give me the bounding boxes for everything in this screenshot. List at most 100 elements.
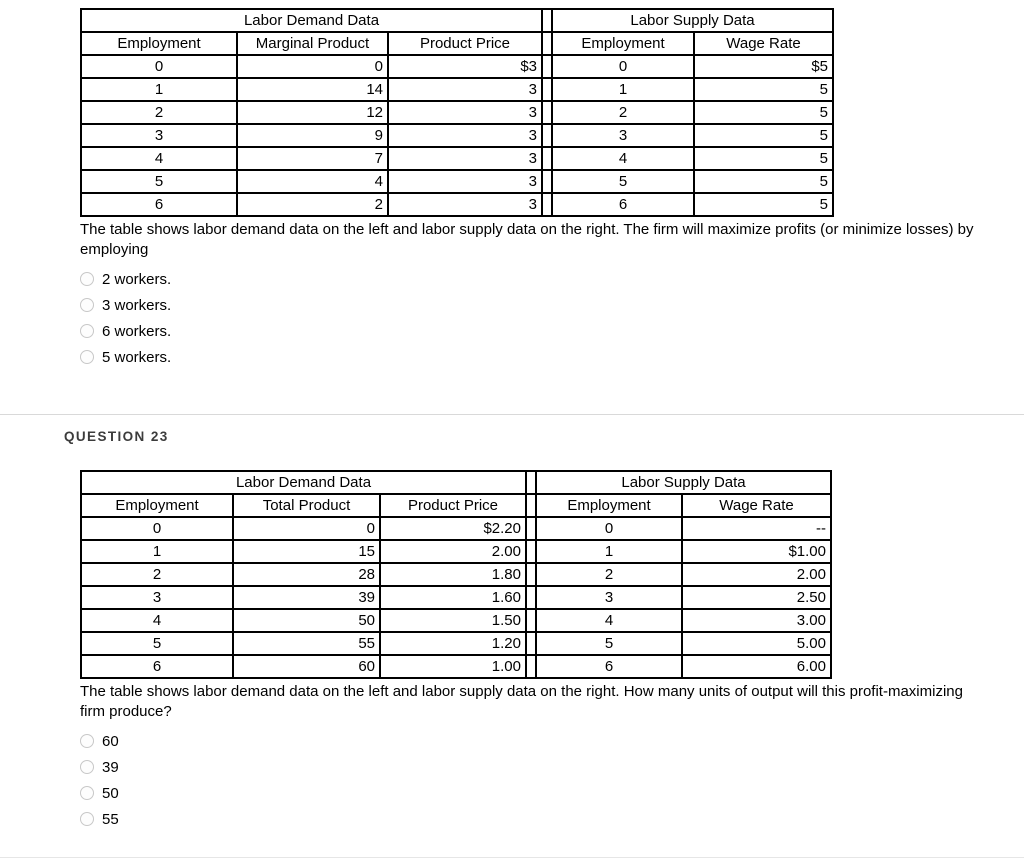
radio-button-icon[interactable] bbox=[80, 786, 94, 800]
cell-employment: 6 bbox=[80, 654, 234, 679]
cell-price: 1.00 bbox=[379, 654, 527, 679]
cell-employment: 0 bbox=[80, 54, 238, 79]
cell-product: 60 bbox=[232, 654, 381, 679]
table-gap bbox=[541, 192, 553, 217]
table-group-header-row: Labor Demand Data Labor Supply Data bbox=[80, 8, 834, 33]
question-block-2: QUESTION 23 Labor Demand Data Labor Supp… bbox=[0, 415, 1024, 832]
demand-group-title: Labor Demand Data bbox=[80, 470, 527, 495]
radio-button-icon[interactable] bbox=[80, 298, 94, 312]
cell-price: 1.80 bbox=[379, 562, 527, 587]
table-row: 1 14 3 1 5 bbox=[80, 77, 834, 102]
table-row: 0 0 $3 0 $5 bbox=[80, 54, 834, 79]
table-row: 4 50 1.50 4 3.00 bbox=[80, 608, 832, 633]
question-block-1: Labor Demand Data Labor Supply Data Empl… bbox=[0, 0, 1024, 370]
answer-option[interactable]: 3 workers. bbox=[80, 292, 1024, 318]
table-row: 6 60 1.00 6 6.00 bbox=[80, 654, 832, 679]
cell-price: $3 bbox=[387, 54, 543, 79]
cell-product: 9 bbox=[236, 123, 389, 148]
cell-price: 1.20 bbox=[379, 631, 527, 656]
answer-option-label: 60 bbox=[102, 732, 119, 750]
cell-supply-employment: 3 bbox=[551, 123, 695, 148]
answer-option-label: 3 workers. bbox=[102, 296, 172, 314]
cell-price: 3 bbox=[387, 192, 543, 217]
answer-option[interactable]: 55 bbox=[80, 806, 1024, 832]
answer-option[interactable]: 50 bbox=[80, 780, 1024, 806]
cell-price: 3 bbox=[387, 123, 543, 148]
cell-price: $2.20 bbox=[379, 516, 527, 541]
cell-supply-employment: 0 bbox=[535, 516, 683, 541]
cell-employment: 5 bbox=[80, 631, 234, 656]
cell-wage: 2.00 bbox=[681, 562, 832, 587]
radio-button-icon[interactable] bbox=[80, 272, 94, 286]
cell-employment: 1 bbox=[80, 77, 238, 102]
cell-employment: 4 bbox=[80, 608, 234, 633]
answer-option[interactable]: 39 bbox=[80, 754, 1024, 780]
answer-option[interactable]: 6 workers. bbox=[80, 318, 1024, 344]
demand-group-title: Labor Demand Data bbox=[80, 8, 543, 33]
question-prompt: The table shows labor demand data on the… bbox=[80, 221, 974, 258]
header-supply-employment: Employment bbox=[535, 493, 683, 518]
labor-data-table-2: Labor Demand Data Labor Supply Data Empl… bbox=[80, 470, 832, 679]
answer-option[interactable]: 2 workers. bbox=[80, 266, 1024, 292]
header-wage-rate: Wage Rate bbox=[681, 493, 832, 518]
table-row: 3 9 3 3 5 bbox=[80, 123, 834, 148]
answer-option[interactable]: 60 bbox=[80, 728, 1024, 754]
cell-employment: 2 bbox=[80, 100, 238, 125]
cell-employment: 0 bbox=[80, 516, 234, 541]
answer-option-label: 6 workers. bbox=[102, 322, 172, 340]
cell-product: 0 bbox=[236, 54, 389, 79]
table-gap bbox=[525, 516, 537, 541]
header-product: Marginal Product bbox=[236, 31, 389, 56]
radio-button-icon[interactable] bbox=[80, 324, 94, 338]
cell-wage: 2.50 bbox=[681, 585, 832, 610]
table-gap bbox=[541, 54, 553, 79]
table-gap bbox=[525, 585, 537, 610]
cell-supply-employment: 6 bbox=[535, 654, 683, 679]
answer-option-label: 5 workers. bbox=[102, 348, 172, 366]
cell-supply-employment: 3 bbox=[535, 585, 683, 610]
table-row: 4 7 3 4 5 bbox=[80, 146, 834, 171]
cell-employment: 3 bbox=[80, 585, 234, 610]
header-employment: Employment bbox=[80, 31, 238, 56]
cell-product: 2 bbox=[236, 192, 389, 217]
table-row: 1 15 2.00 1 $1.00 bbox=[80, 539, 832, 564]
question-prompt: The table shows labor demand data on the… bbox=[80, 683, 963, 720]
cell-wage: 5 bbox=[693, 146, 834, 171]
cell-employment: 2 bbox=[80, 562, 234, 587]
radio-button-icon[interactable] bbox=[80, 350, 94, 364]
cell-supply-employment: 4 bbox=[551, 146, 695, 171]
header-supply-employment: Employment bbox=[551, 31, 695, 56]
answer-option[interactable]: 5 workers. bbox=[80, 344, 1024, 370]
cell-supply-employment: 1 bbox=[551, 77, 695, 102]
table-row: 0 0 $2.20 0 -- bbox=[80, 516, 832, 541]
cell-product: 4 bbox=[236, 169, 389, 194]
table-column-header-row: Employment Marginal Product Product Pric… bbox=[80, 31, 834, 56]
cell-product: 7 bbox=[236, 146, 389, 171]
cell-product: 12 bbox=[236, 100, 389, 125]
table-gap bbox=[525, 539, 537, 564]
header-wage-rate: Wage Rate bbox=[693, 31, 834, 56]
radio-button-icon[interactable] bbox=[80, 760, 94, 774]
table-column-header-row: Employment Total Product Product Price E… bbox=[80, 493, 832, 518]
table-row: 5 55 1.20 5 5.00 bbox=[80, 631, 832, 656]
labor-data-table-wrapper-2: Labor Demand Data Labor Supply Data Empl… bbox=[0, 444, 1024, 679]
table-gap bbox=[541, 146, 553, 171]
radio-button-icon[interactable] bbox=[80, 812, 94, 826]
radio-button-icon[interactable] bbox=[80, 734, 94, 748]
answer-option-label: 50 bbox=[102, 784, 119, 802]
cell-price: 3 bbox=[387, 77, 543, 102]
cell-price: 1.60 bbox=[379, 585, 527, 610]
header-product: Total Product bbox=[232, 493, 381, 518]
labor-data-table-wrapper-1: Labor Demand Data Labor Supply Data Empl… bbox=[0, 8, 1024, 217]
cell-price: 1.50 bbox=[379, 608, 527, 633]
cell-employment: 6 bbox=[80, 192, 238, 217]
answer-option-label: 39 bbox=[102, 758, 119, 776]
table-gap bbox=[525, 562, 537, 587]
cell-wage: 5 bbox=[693, 77, 834, 102]
cell-wage: 5 bbox=[693, 169, 834, 194]
cell-employment: 1 bbox=[80, 539, 234, 564]
question-heading: QUESTION 23 bbox=[64, 429, 169, 444]
cell-supply-employment: 5 bbox=[535, 631, 683, 656]
cell-supply-employment: 6 bbox=[551, 192, 695, 217]
cell-employment: 4 bbox=[80, 146, 238, 171]
